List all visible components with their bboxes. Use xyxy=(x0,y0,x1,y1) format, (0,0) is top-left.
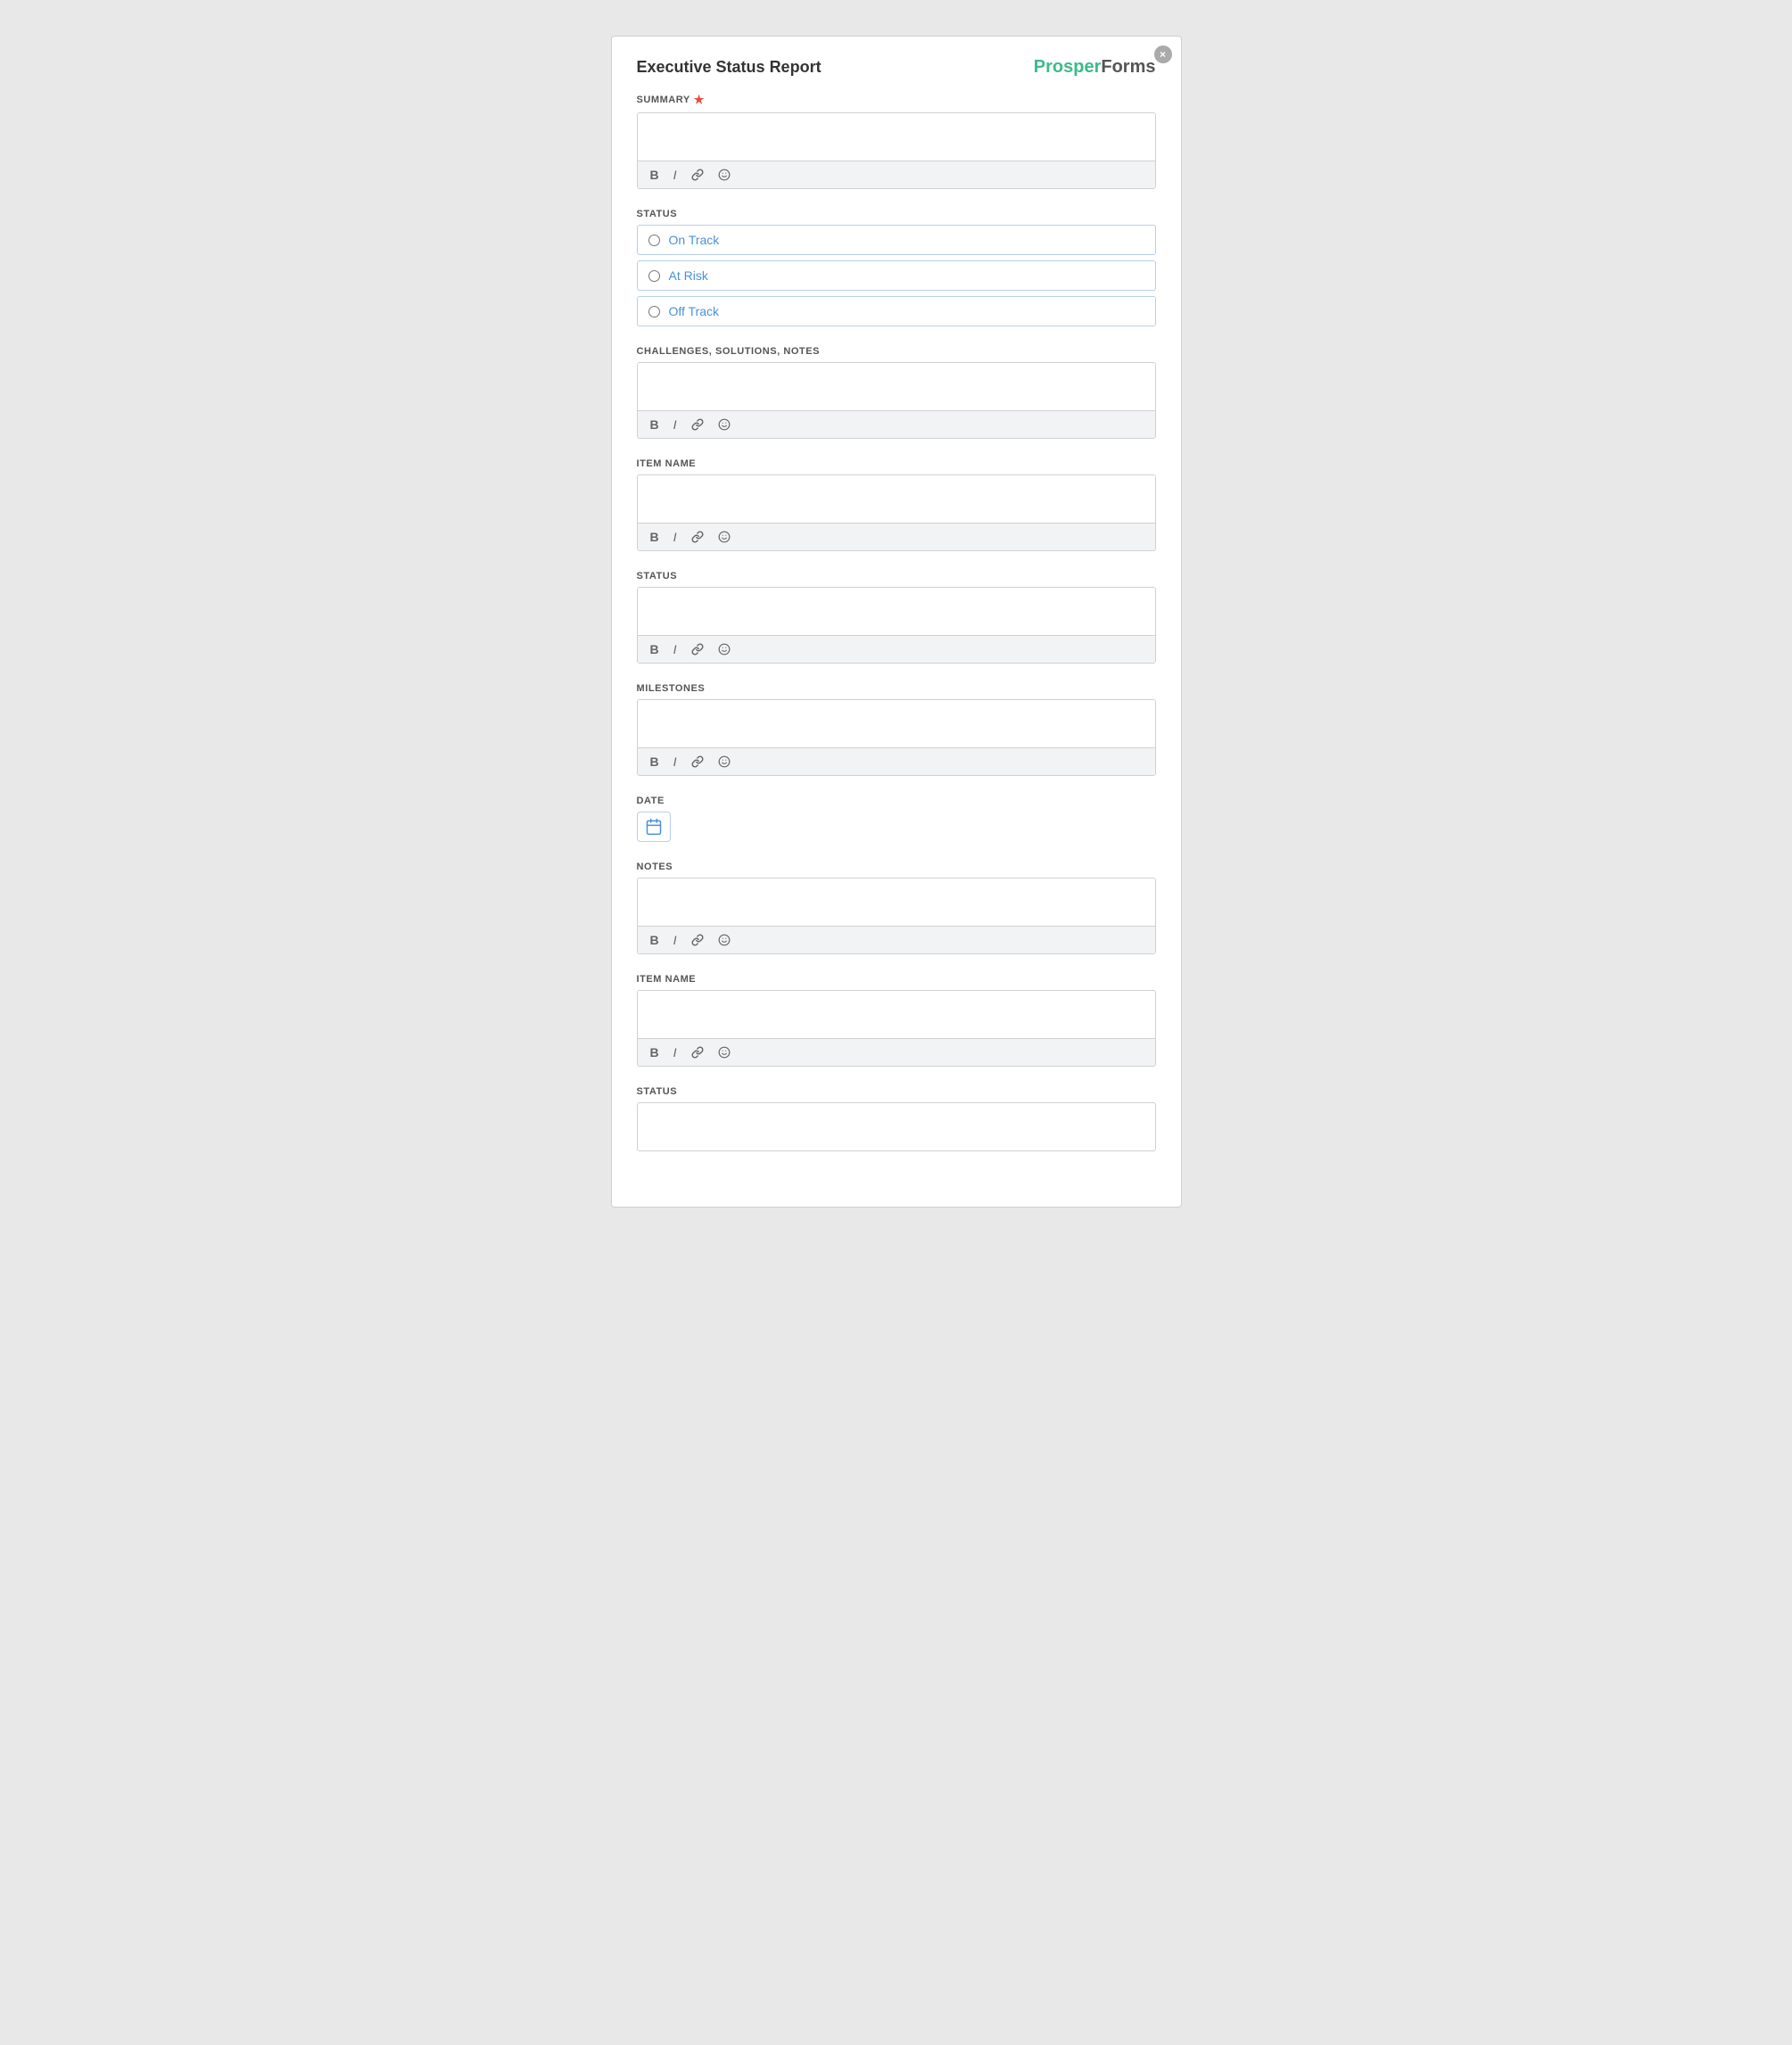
item-name-1-bold-button[interactable]: B xyxy=(647,528,663,546)
item-name-1-italic-button[interactable]: I xyxy=(670,528,681,546)
status-text-1-textarea[interactable] xyxy=(638,588,1155,631)
item-name-1-link-button[interactable] xyxy=(688,529,707,545)
status-text-2-label: STATUS xyxy=(637,1086,1156,1097)
status-text-2-textarea[interactable] xyxy=(638,1103,1155,1146)
item-name-1-field-group: ITEM NAME B I xyxy=(637,458,1156,551)
summary-editor: B I xyxy=(637,112,1156,189)
item-name-2-editor: B I xyxy=(637,990,1156,1067)
status-text-1-link-button[interactable] xyxy=(688,641,707,657)
logo-prosper: Prosper xyxy=(1034,58,1102,76)
item-name-1-toolbar: B I xyxy=(638,523,1155,550)
radio-at-risk[interactable] xyxy=(648,270,660,282)
radio-on-track-label: On Track xyxy=(669,233,720,247)
challenges-field-group: CHALLENGES, SOLUTIONS, NOTES B I xyxy=(637,346,1156,439)
date-label: DATE xyxy=(637,796,1156,806)
item-name-2-field-group: ITEM NAME B I xyxy=(637,974,1156,1067)
logo-forms: Forms xyxy=(1101,58,1155,76)
summary-bold-button[interactable]: B xyxy=(647,166,663,184)
summary-textarea[interactable] xyxy=(638,113,1155,156)
date-field-group: DATE xyxy=(637,796,1156,842)
challenges-editor: B I xyxy=(637,362,1156,439)
radio-at-risk-label: At Risk xyxy=(669,268,708,283)
status-text-1-label: STATUS xyxy=(637,571,1156,581)
item-name-2-toolbar: B I xyxy=(638,1038,1155,1066)
challenges-label: CHALLENGES, SOLUTIONS, NOTES xyxy=(637,346,1156,357)
notes-italic-button[interactable]: I xyxy=(670,931,681,949)
item-name-2-bold-button[interactable]: B xyxy=(647,1043,663,1061)
summary-emoji-button[interactable] xyxy=(714,167,734,183)
status-text-1-bold-button[interactable]: B xyxy=(647,640,663,658)
milestones-link-button[interactable] xyxy=(688,754,707,770)
date-picker-button[interactable] xyxy=(637,812,671,842)
status-text-1-editor: B I xyxy=(637,587,1156,664)
form-header: Executive Status Report Prosper Forms xyxy=(637,58,1156,77)
notes-emoji-button[interactable] xyxy=(714,932,734,948)
notes-field-group: NOTES B I xyxy=(637,862,1156,954)
radio-on-track[interactable] xyxy=(648,235,660,246)
milestones-label: MILESTONES xyxy=(637,683,1156,694)
status-text-1-italic-button[interactable]: I xyxy=(670,640,681,658)
summary-link-button[interactable] xyxy=(688,167,707,183)
item-name-1-editor: B I xyxy=(637,474,1156,551)
challenges-italic-button[interactable]: I xyxy=(670,416,681,433)
challenges-link-button[interactable] xyxy=(688,416,707,433)
notes-link-button[interactable] xyxy=(688,932,707,948)
summary-field-group: SUMMARY ★ B I xyxy=(637,93,1156,189)
radio-option-at-risk[interactable]: At Risk xyxy=(637,260,1156,291)
status-text-1-toolbar: B I xyxy=(638,635,1155,663)
summary-italic-button[interactable]: I xyxy=(670,166,681,184)
item-name-2-label: ITEM NAME xyxy=(637,974,1156,985)
milestones-italic-button[interactable]: I xyxy=(670,753,681,771)
milestones-textarea[interactable] xyxy=(638,700,1155,743)
item-name-2-link-button[interactable] xyxy=(688,1044,707,1060)
milestones-toolbar: B I xyxy=(638,747,1155,775)
milestones-emoji-button[interactable] xyxy=(714,754,734,770)
prosper-forms-logo: Prosper Forms xyxy=(1034,58,1156,76)
item-name-1-textarea[interactable] xyxy=(638,475,1155,518)
item-name-1-label: ITEM NAME xyxy=(637,458,1156,469)
status-text-2-field-group: STATUS xyxy=(637,1086,1156,1151)
radio-option-on-track[interactable]: On Track xyxy=(637,225,1156,255)
notes-bold-button[interactable]: B xyxy=(647,931,663,949)
status-radio-label: STATUS xyxy=(637,209,1156,219)
status-text-1-emoji-button[interactable] xyxy=(714,641,734,657)
item-name-2-textarea[interactable] xyxy=(638,991,1155,1034)
summary-required-star: ★ xyxy=(694,93,705,107)
milestones-editor: B I xyxy=(637,699,1156,776)
form-title: Executive Status Report xyxy=(637,58,822,77)
summary-label: SUMMARY ★ xyxy=(637,93,1156,107)
status-text-2-editor xyxy=(637,1102,1156,1151)
summary-toolbar: B I xyxy=(638,161,1155,188)
challenges-emoji-button[interactable] xyxy=(714,416,734,433)
form-container: × Executive Status Report Prosper Forms … xyxy=(611,36,1182,1208)
notes-editor: B I xyxy=(637,878,1156,954)
radio-options: On Track At Risk Off Track xyxy=(637,225,1156,326)
notes-textarea[interactable] xyxy=(638,878,1155,921)
milestones-bold-button[interactable]: B xyxy=(647,753,663,771)
item-name-2-italic-button[interactable]: I xyxy=(670,1043,681,1061)
status-text-1-field-group: STATUS B I xyxy=(637,571,1156,664)
item-name-2-emoji-button[interactable] xyxy=(714,1044,734,1060)
milestones-field-group: MILESTONES B I xyxy=(637,683,1156,776)
challenges-textarea[interactable] xyxy=(638,363,1155,406)
notes-label: NOTES xyxy=(637,862,1156,872)
radio-off-track-label: Off Track xyxy=(669,304,720,318)
status-radio-field-group: STATUS On Track At Risk Off Track xyxy=(637,209,1156,326)
challenges-bold-button[interactable]: B xyxy=(647,416,663,433)
radio-option-off-track[interactable]: Off Track xyxy=(637,296,1156,326)
close-button[interactable]: × xyxy=(1154,45,1172,63)
notes-toolbar: B I xyxy=(638,926,1155,953)
radio-off-track[interactable] xyxy=(648,306,660,317)
item-name-1-emoji-button[interactable] xyxy=(714,529,734,545)
challenges-toolbar: B I xyxy=(638,410,1155,438)
